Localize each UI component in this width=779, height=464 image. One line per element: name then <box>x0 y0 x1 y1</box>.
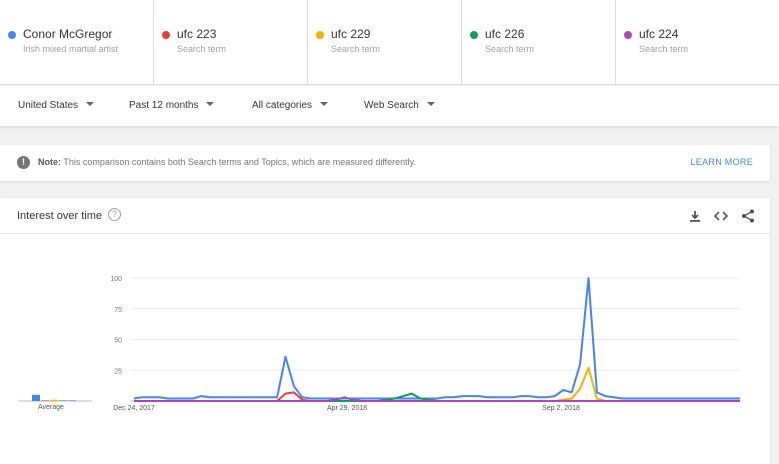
compare-terms-bar: Conor McGregor Irish mixed martial artis… <box>0 0 779 85</box>
caret-down-icon <box>206 102 215 106</box>
x-tick-label: Dec 24, 2017 <box>113 405 155 412</box>
term-card-ufc-223[interactable]: ufc 223 Search term <box>154 0 308 84</box>
note-text: Note: This comparison contains both Sear… <box>38 157 416 167</box>
average-bar <box>50 399 58 401</box>
term-type: Search term <box>639 44 689 54</box>
filter-bar: United States Past 12 months All categor… <box>0 86 779 127</box>
share-icon[interactable] <box>740 208 756 224</box>
download-icon[interactable] <box>687 208 703 224</box>
term-card-ufc-229[interactable]: ufc 229 Search term <box>308 0 462 84</box>
average-bar <box>41 400 49 401</box>
caret-down-icon <box>426 102 435 106</box>
series-color-dot <box>8 31 16 39</box>
y-tick-label: 50 <box>114 338 122 345</box>
category-dropdown-label: All categories <box>252 100 313 111</box>
average-label: Average <box>38 404 64 411</box>
average-bar <box>68 400 76 401</box>
x-tick-label: Apr 29, 2018 <box>327 405 367 412</box>
time-range-dropdown[interactable]: Past 12 months <box>129 100 215 111</box>
embed-icon[interactable] <box>713 208 729 224</box>
series-color-dot <box>624 31 632 39</box>
caret-down-icon <box>86 102 95 106</box>
search-property-dropdown-label: Web Search <box>364 100 419 111</box>
category-dropdown[interactable]: All categories <box>252 100 329 111</box>
average-bar <box>32 394 40 401</box>
caret-down-icon <box>320 102 329 106</box>
note-label: Note: <box>38 157 61 167</box>
x-tick-label: Sep 2, 2018 <box>542 405 580 412</box>
series-line <box>134 366 740 402</box>
interest-chart: 100 75 50 25 Dec 24, 2017 Apr 29, 2018 Sep 2, … <box>18 276 740 412</box>
series-color-dot <box>162 31 170 39</box>
y-tick-label: 25 <box>114 368 122 375</box>
interest-over-time-card: 100 75 50 25 Dec 24, 2017 Apr 29, 2018 Sep 2, … <box>0 198 770 464</box>
term-type: Search term <box>177 44 227 54</box>
comparison-note-card: ! Note: This comparison contains both Se… <box>0 145 770 181</box>
search-property-dropdown[interactable]: Web Search <box>364 100 435 111</box>
term-card-conor-mcgregor[interactable]: Conor McGregor Irish mixed martial artis… <box>0 0 154 84</box>
y-tick-label: 100 <box>110 276 122 283</box>
term-card-ufc-224[interactable]: ufc 224 Search term <box>616 0 779 84</box>
y-tick-label: 75 <box>114 307 122 314</box>
series-color-dot <box>316 31 324 39</box>
term-name: ufc 226 <box>485 27 525 41</box>
info-icon: ! <box>17 156 30 169</box>
term-name: ufc 224 <box>639 27 679 41</box>
term-name: ufc 223 <box>177 27 217 41</box>
term-type: Search term <box>331 44 381 54</box>
term-name: Conor McGregor <box>23 27 113 41</box>
average-bar <box>59 400 67 401</box>
term-name: ufc 229 <box>331 27 371 41</box>
term-type: Irish mixed martial artist <box>23 44 119 54</box>
time-range-dropdown-label: Past 12 months <box>129 100 199 111</box>
term-type: Search term <box>485 44 535 54</box>
note-body: This comparison contains both Search ter… <box>63 157 417 167</box>
learn-more-link[interactable]: LEARN MORE <box>690 157 753 167</box>
help-icon[interactable]: ? <box>108 208 121 221</box>
region-dropdown-label: United States <box>18 100 79 111</box>
region-dropdown[interactable]: United States <box>18 100 95 111</box>
card-title: Interest over time <box>17 210 102 222</box>
term-card-ufc-226[interactable]: ufc 226 Search term <box>462 0 616 84</box>
card-header-divider <box>0 233 770 234</box>
series-line <box>133 277 740 400</box>
series-color-dot <box>470 31 478 39</box>
